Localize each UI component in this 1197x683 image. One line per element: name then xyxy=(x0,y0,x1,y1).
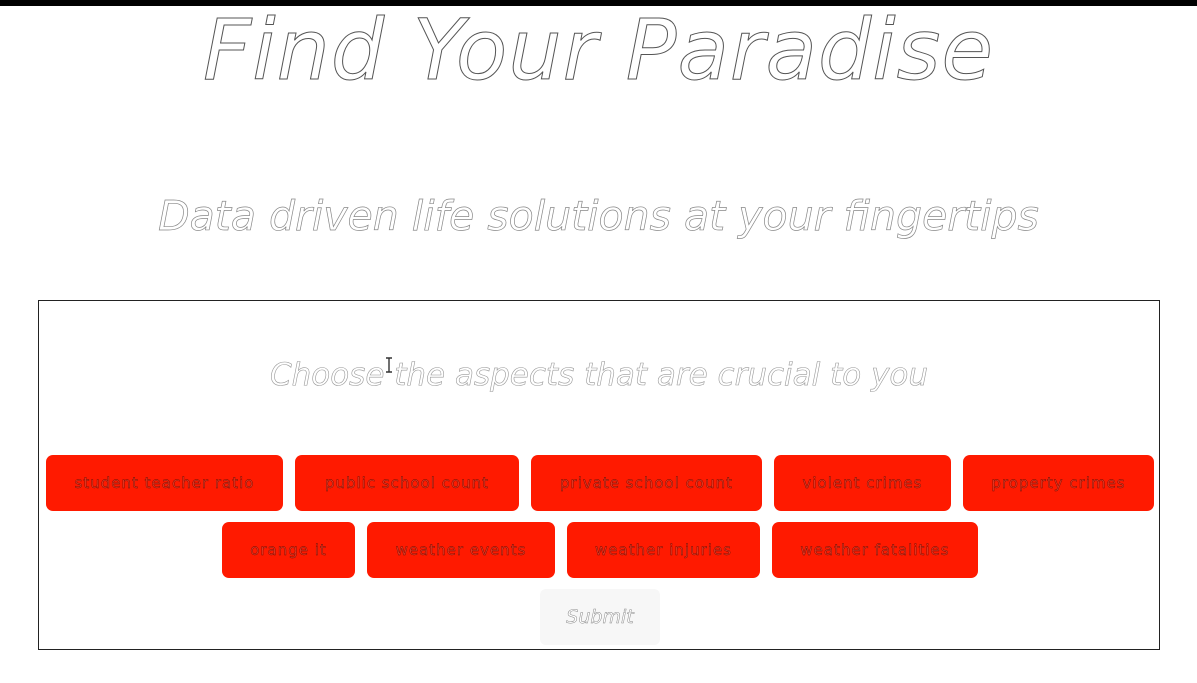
aspect-button-weather-injuries[interactable]: weather injuries xyxy=(567,522,760,578)
aspect-button-weather-fatalities[interactable]: weather fatalities xyxy=(772,522,978,578)
aspect-button-orange-it[interactable]: orange it xyxy=(222,522,355,578)
page-subtitle: Data driven life solutions at your finge… xyxy=(158,192,1040,241)
aspects-prompt: Choose the aspects that are crucial to y… xyxy=(269,357,929,394)
aspect-button-student-teacher-ratio[interactable]: student teacher ratio xyxy=(46,455,283,511)
aspect-button-violent-crimes[interactable]: violent crimes xyxy=(774,455,951,511)
aspects-panel: Choose the aspects that are crucial to y… xyxy=(38,300,1160,650)
submit-button[interactable]: Submit xyxy=(540,589,660,645)
text-cursor-icon xyxy=(386,357,392,373)
page-title: Find Your Paradise xyxy=(202,1,995,100)
aspect-button-weather-events[interactable]: weather events xyxy=(367,522,555,578)
aspect-button-private-school-count[interactable]: private school count xyxy=(531,455,762,511)
aspect-button-public-school-count[interactable]: public school count xyxy=(295,455,519,511)
aspect-button-property-crimes[interactable]: property crimes xyxy=(963,455,1154,511)
